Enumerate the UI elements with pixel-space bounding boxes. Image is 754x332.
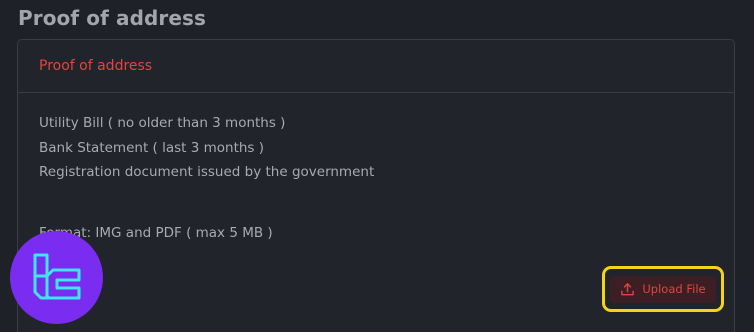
page: Proof of address Proof of address Utilit… xyxy=(0,0,754,332)
format-info: Format: IMG and PDF ( max 5 MB ) xyxy=(39,224,273,241)
section-title: Proof of address xyxy=(18,6,207,30)
card-header: Proof of address xyxy=(18,40,734,93)
requirements-list: Utility Bill ( no older than 3 months ) … xyxy=(39,111,713,185)
upload-file-button[interactable]: Upload File xyxy=(610,275,716,303)
requirement-item: Bank Statement ( last 3 months ) xyxy=(39,139,265,156)
tc-logo-icon xyxy=(10,231,103,324)
upload-file-label: Upload File xyxy=(642,282,706,296)
requirement-item: Utility Bill ( no older than 3 months ) xyxy=(39,115,286,131)
card-header-title: Proof of address xyxy=(39,58,153,74)
requirement-item: Registration document issued by the gove… xyxy=(39,164,375,180)
card-body: Utility Bill ( no older than 3 months ) … xyxy=(18,93,734,241)
upload-highlight-frame: Upload File xyxy=(602,266,724,312)
upload-icon xyxy=(620,282,635,297)
